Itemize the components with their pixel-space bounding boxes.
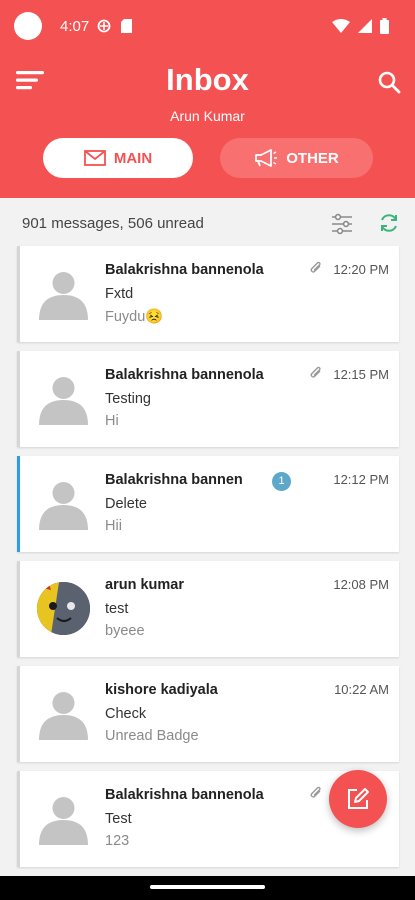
attachment-icon bbox=[310, 786, 321, 798]
message-subject: Fxtd bbox=[105, 286, 134, 302]
message-sender: Balakrishna bannenola bbox=[105, 787, 264, 803]
message-sender: Balakrishna bannenola bbox=[105, 367, 264, 383]
search-icon[interactable] bbox=[377, 70, 401, 94]
unread-count-badge: 1 bbox=[272, 472, 291, 491]
tab-main-label: MAIN bbox=[113, 149, 153, 167]
refresh-icon[interactable] bbox=[378, 212, 400, 234]
wifi-icon bbox=[332, 19, 350, 33]
avatar-placeholder-icon bbox=[39, 272, 88, 320]
system-nav-bar bbox=[0, 876, 415, 900]
sync-status-icon bbox=[97, 19, 111, 33]
attachment-icon bbox=[310, 261, 321, 273]
home-gesture-handle[interactable] bbox=[150, 885, 265, 889]
message-subject: Testing bbox=[105, 391, 151, 407]
message-time: 10:22 AM bbox=[334, 682, 389, 697]
message-item[interactable]: Balakrishna bannen 1 12:12 PM Delete Hii bbox=[17, 456, 399, 552]
avatar-placeholder-icon bbox=[39, 482, 88, 530]
message-item[interactable]: Balakrishna bannenola 12:20 PM Fxtd Fuyd… bbox=[17, 246, 399, 342]
message-subject: Check bbox=[105, 706, 147, 722]
message-subject: Delete bbox=[105, 496, 147, 512]
account-name: Arun Kumar bbox=[170, 108, 245, 124]
page-title: Inbox bbox=[166, 62, 249, 97]
battery-icon bbox=[380, 18, 389, 34]
avatar bbox=[37, 582, 90, 635]
tab-other[interactable]: OTHER bbox=[220, 138, 373, 178]
mail-icon bbox=[83, 150, 106, 166]
message-sender: kishore kadiyala bbox=[105, 682, 218, 698]
signal-icon bbox=[358, 19, 372, 33]
avatar-placeholder-icon bbox=[39, 377, 88, 425]
message-subject: Test bbox=[105, 811, 132, 827]
message-summary: 901 messages, 506 unread bbox=[22, 215, 204, 232]
status-bar: 4:07 bbox=[0, 8, 415, 44]
tab-main[interactable]: MAIN bbox=[43, 138, 193, 178]
app-header: 4:07 Inbox Arun Kumar MAIN OTHER bbox=[0, 0, 415, 198]
message-preview: Fuydu😣 bbox=[105, 309, 164, 325]
message-preview: Hi bbox=[105, 413, 119, 429]
avatar-placeholder-icon bbox=[39, 692, 88, 740]
message-time: 12:12 PM bbox=[333, 472, 389, 487]
message-subject: test bbox=[105, 601, 129, 617]
filter-icon[interactable] bbox=[330, 212, 354, 236]
message-item[interactable]: arun kumar 12:08 PM test byeee bbox=[17, 561, 399, 657]
message-preview: byeee bbox=[105, 623, 145, 639]
megaphone-icon bbox=[255, 149, 278, 167]
message-preview: 123 bbox=[105, 833, 130, 849]
message-time: 12:15 PM bbox=[333, 367, 389, 382]
message-time: 12:08 PM bbox=[333, 577, 389, 592]
status-avatar bbox=[14, 12, 42, 40]
tab-other-label: OTHER bbox=[286, 149, 339, 167]
message-sender: arun kumar bbox=[105, 577, 184, 593]
status-time: 4:07 bbox=[60, 18, 90, 35]
compose-icon bbox=[348, 788, 369, 809]
compose-button[interactable] bbox=[329, 770, 387, 828]
message-sender: Balakrishna bannenola bbox=[105, 262, 264, 278]
message-item[interactable]: kishore kadiyala 10:22 AM Check Unread B… bbox=[17, 666, 399, 762]
message-preview: Hii bbox=[105, 518, 122, 534]
message-item[interactable]: Balakrishna bannenola 12:15 PM Testing H… bbox=[17, 351, 399, 447]
message-preview: Unread Badge bbox=[105, 728, 199, 744]
message-time: 12:20 PM bbox=[333, 262, 389, 277]
attachment-icon bbox=[310, 366, 321, 378]
message-sender: Balakrishna bannen bbox=[105, 472, 243, 488]
sd-card-icon bbox=[121, 19, 132, 33]
avatar-placeholder-icon bbox=[39, 797, 88, 845]
